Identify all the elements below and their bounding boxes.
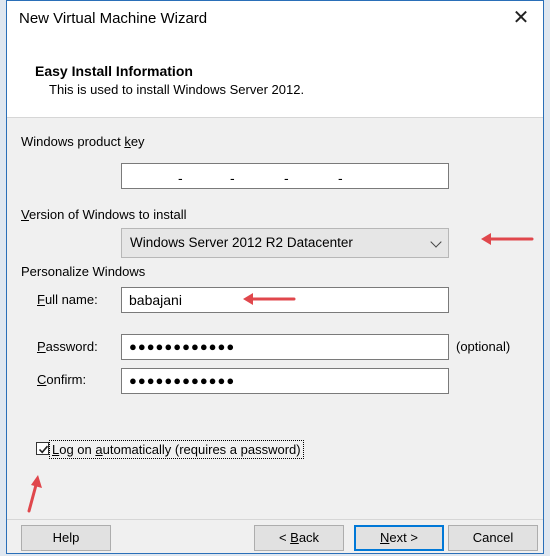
confirm-password-input[interactable]: ●●●●●●●●●●●● (121, 368, 449, 394)
next-button[interactable]: Next > (354, 525, 444, 551)
password-input[interactable]: ●●●●●●●●●●●● (121, 334, 449, 360)
personalize-section-label: Personalize Windows (21, 264, 146, 279)
wizard-window: New Virtual Machine Wizard ✕ Easy Instal… (6, 0, 544, 554)
autologon-checkbox[interactable] (36, 442, 49, 455)
annotation-arrow-icon (27, 475, 42, 513)
annotation-arrow-icon (243, 293, 296, 305)
product-key-input[interactable]: - - - - (121, 163, 449, 189)
confirm-label: Confirm: (37, 372, 87, 387)
version-label: Version of Windows to install (21, 207, 187, 222)
product-key-dash: - (178, 170, 183, 186)
product-key-dash: - (284, 170, 289, 186)
password-label: Password: (37, 339, 98, 354)
page-title: Easy Install Information (35, 63, 193, 79)
close-icon[interactable]: ✕ (509, 6, 533, 30)
annotation-arrow-icon (481, 233, 534, 245)
title-bar: New Virtual Machine Wizard ✕ (7, 1, 543, 37)
help-button[interactable]: Help (21, 525, 111, 551)
product-key-dash: - (230, 170, 235, 186)
page-subtitle: This is used to install Windows Server 2… (49, 82, 305, 97)
product-key-label: Windows product key (21, 134, 145, 149)
chevron-down-icon (430, 236, 442, 248)
window-title: New Virtual Machine Wizard (19, 10, 208, 27)
autologon-label[interactable]: Log on automatically (requires a passwor… (49, 440, 304, 459)
version-selected-value: Windows Server 2012 R2 Datacenter (130, 235, 353, 250)
product-key-dash: - (338, 170, 343, 186)
cancel-button[interactable]: Cancel (448, 525, 538, 551)
version-select[interactable]: Windows Server 2012 R2 Datacenter (121, 228, 449, 258)
password-optional-hint: (optional) (456, 339, 511, 354)
wizard-header: Easy Install Information This is used to… (7, 37, 543, 118)
full-name-label: Full name: (37, 292, 98, 307)
back-button[interactable]: < Back (254, 525, 344, 551)
